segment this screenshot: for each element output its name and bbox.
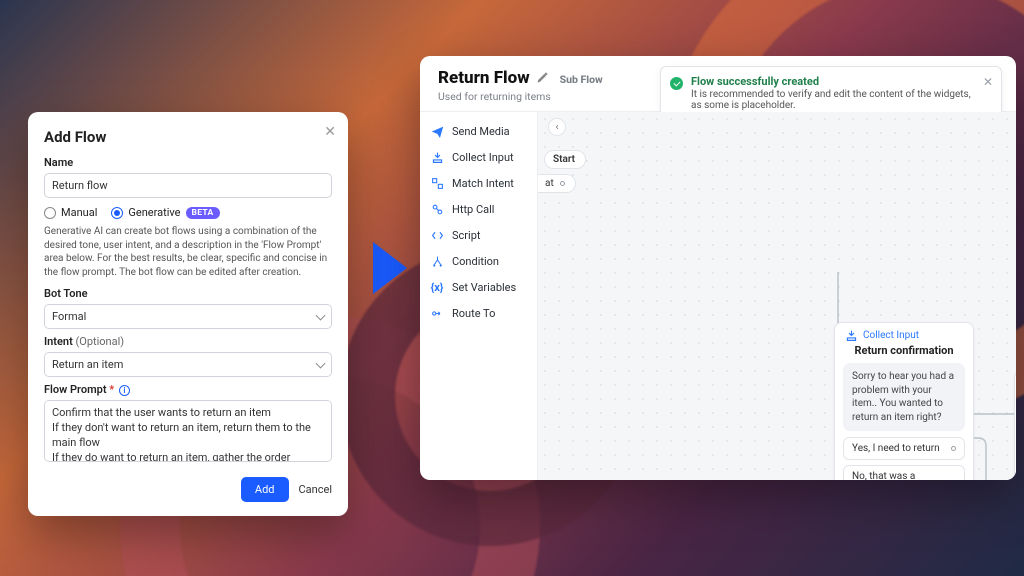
node-title: Return confirmation (835, 344, 973, 363)
palette-route-to[interactable]: Route To (420, 300, 537, 326)
collect-input-icon (845, 329, 858, 342)
prompt-label: Flow Prompt * i (44, 383, 332, 396)
node-order-number[interactable]: Collect Input Order number ch Okay great… (1014, 370, 1016, 480)
info-icon[interactable]: i (119, 385, 130, 396)
pencil-icon[interactable] (536, 72, 548, 84)
add-flow-modal: ✕ Add Flow Name Manual Generative BETA G… (28, 112, 348, 516)
node-type-label: Collect Input (835, 323, 973, 344)
toast-title: Flow successfully created (691, 75, 973, 88)
collect-input-icon (430, 150, 444, 164)
beta-badge: BETA (186, 207, 220, 219)
palette-send-media[interactable]: Send Media (420, 118, 537, 144)
widget-palette: Send Media Collect Input Match Intent Ht… (420, 112, 538, 480)
intent-select[interactable] (44, 352, 332, 377)
condition-icon (430, 254, 444, 268)
radio-icon (44, 207, 56, 219)
subflow-badge: Sub Flow (560, 73, 603, 86)
modal-title: Add Flow (44, 128, 332, 146)
route-icon (430, 306, 444, 320)
tone-select[interactable] (44, 304, 332, 329)
mode-radios: Manual Generative BETA (44, 206, 332, 219)
connector-handle-icon[interactable] (951, 480, 956, 481)
node-message: Sorry to hear you had a problem with you… (843, 363, 965, 431)
node-return-confirmation[interactable]: Collect Input Return confirmation Sorry … (834, 322, 974, 480)
app-header: Return Flow Sub Flow Used for returning … (420, 56, 1016, 112)
match-intent-icon (430, 176, 444, 190)
check-icon (670, 77, 683, 90)
radio-generative[interactable]: Generative BETA (111, 206, 219, 219)
flow-canvas[interactable]: ‹ Start at Collect Input Return confirma… (538, 112, 1016, 480)
palette-set-variables[interactable]: {x} Set Variables (420, 274, 537, 300)
http-icon (430, 202, 444, 216)
flow-builder-window: Return Flow Sub Flow Used for returning … (420, 56, 1016, 480)
palette-collect-input[interactable]: Collect Input (420, 144, 537, 170)
close-icon[interactable]: ✕ (324, 124, 336, 140)
page-subtitle: Used for returning items (438, 90, 603, 103)
cancel-button[interactable]: Cancel (299, 477, 332, 502)
name-label: Name (44, 156, 332, 169)
transition-arrow-icon (373, 242, 407, 294)
node-title: Order number ch (1015, 392, 1016, 411)
add-button[interactable]: Add (241, 477, 289, 502)
palette-http-call[interactable]: Http Call (420, 196, 537, 222)
prompt-textarea[interactable] (44, 400, 332, 462)
connector-handle-icon[interactable] (951, 446, 956, 451)
paper-plane-icon (430, 124, 444, 138)
tone-label: Bot Tone (44, 287, 332, 300)
toast-body: It is recommended to verify and edit the… (691, 89, 973, 111)
close-icon[interactable]: ✕ (983, 75, 993, 89)
radio-manual[interactable]: Manual (44, 206, 97, 219)
name-input[interactable] (44, 173, 332, 198)
choice-yes[interactable]: Yes, I need to return (843, 437, 965, 460)
choice-no[interactable]: No, that was a mistake (843, 465, 965, 480)
variable-icon: {x} (430, 280, 444, 294)
palette-script[interactable]: Script (420, 222, 537, 248)
palette-match-intent[interactable]: Match Intent (420, 170, 537, 196)
script-icon (430, 228, 444, 242)
node-type-label: Collect Input (1015, 371, 1016, 392)
page-title: Return Flow Sub Flow (438, 68, 603, 88)
radio-icon (111, 207, 123, 219)
generative-help: Generative AI can create bot flows using… (44, 225, 332, 279)
palette-condition[interactable]: Condition (420, 248, 537, 274)
intent-label: Intent (Optional) (44, 335, 332, 348)
